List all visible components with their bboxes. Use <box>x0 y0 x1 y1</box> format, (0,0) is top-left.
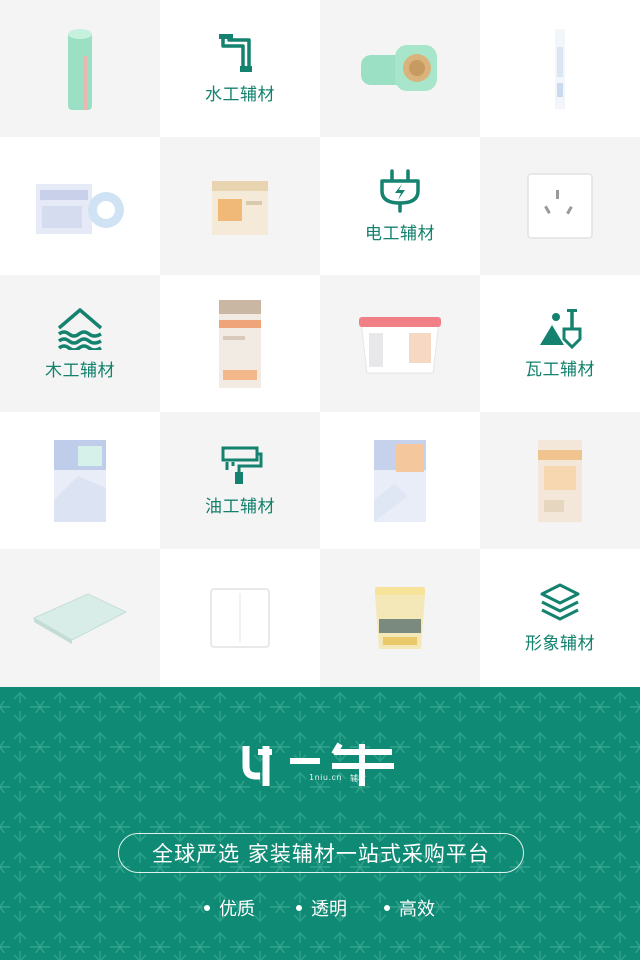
product-tile-pipe-label[interactable] <box>480 0 640 137</box>
bullet-icon <box>204 905 210 911</box>
gypsum-board-image <box>30 590 130 646</box>
category-electric[interactable]: 电工辅材 <box>320 137 480 275</box>
category-paint-label: 油工辅材 <box>205 497 275 517</box>
paint-roller-icon <box>217 444 263 486</box>
category-wood-label: 木工辅材 <box>45 361 115 381</box>
product-tile-mortar-bag[interactable] <box>480 412 640 549</box>
putty-bag-orange-image <box>368 436 432 526</box>
feature-efficient-label: 高效 <box>399 899 435 920</box>
category-water[interactable]: 水工辅材 <box>160 0 320 137</box>
wall-switch-image <box>209 587 271 649</box>
product-tile-switch[interactable] <box>160 549 320 687</box>
feature-quality-label: 优质 <box>219 899 255 920</box>
trowel-shovel-icon <box>536 307 584 349</box>
feature-transparent: 透明 <box>296 895 347 921</box>
category-wood[interactable]: 木工辅材 <box>0 275 160 412</box>
product-tile-tape[interactable] <box>0 137 160 275</box>
pipe-label-image <box>549 27 571 111</box>
category-electric-label: 电工辅材 <box>365 223 435 244</box>
category-paint[interactable]: 油工辅材 <box>160 412 320 549</box>
category-tile-label: 瓦工辅材 <box>525 360 595 380</box>
category-decor-label: 形象辅材 <box>525 633 595 654</box>
product-tile-putty-bag-orange[interactable] <box>320 412 480 549</box>
category-grid: 水工辅材 电工辅材 木工辅材 瓦工辅材 油工辅材 形象辅材 <box>0 0 640 687</box>
product-tile-box[interactable] <box>160 137 320 275</box>
wall-socket-image <box>526 172 594 240</box>
ppr-elbow-image <box>355 39 445 99</box>
feature-efficient: 高效 <box>384 895 435 921</box>
feature-quality: 优质 <box>204 895 255 921</box>
water-pipe-icon <box>217 32 263 74</box>
ppr-pipe-image <box>60 26 100 112</box>
layers-icon <box>538 583 582 623</box>
paint-bucket-image <box>355 311 445 377</box>
cement-bag-image <box>215 296 265 392</box>
plug-lightning-icon <box>376 168 424 213</box>
product-tile-ppr-pipe[interactable] <box>0 0 160 137</box>
putty-bag-blue-image <box>48 436 112 526</box>
product-tile-socket[interactable] <box>480 137 640 275</box>
category-water-label: 水工辅材 <box>205 85 275 105</box>
slogan-pill: 全球严选 家装辅材一站式采购平台 <box>118 833 524 873</box>
glue-bucket-image <box>369 583 431 653</box>
mortar-bag-image <box>532 436 588 526</box>
category-tile[interactable]: 瓦工辅材 <box>480 275 640 412</box>
roof-waves-icon <box>55 306 105 350</box>
product-tile-bucket[interactable] <box>320 275 480 412</box>
product-tile-glue-bucket[interactable] <box>320 549 480 687</box>
product-tile-ppr-elbow[interactable] <box>320 0 480 137</box>
bullet-icon <box>384 905 390 911</box>
product-tile-cement-bag[interactable] <box>160 275 320 412</box>
product-tile-putty-bag-blue[interactable] <box>0 412 160 549</box>
category-decor[interactable]: 形象辅材 <box>480 549 640 687</box>
bullet-icon <box>296 905 302 911</box>
feature-transparent-label: 透明 <box>311 899 347 920</box>
product-tile-board[interactable] <box>0 549 160 687</box>
tape-box-image <box>32 174 128 238</box>
product-box-image <box>208 173 272 239</box>
